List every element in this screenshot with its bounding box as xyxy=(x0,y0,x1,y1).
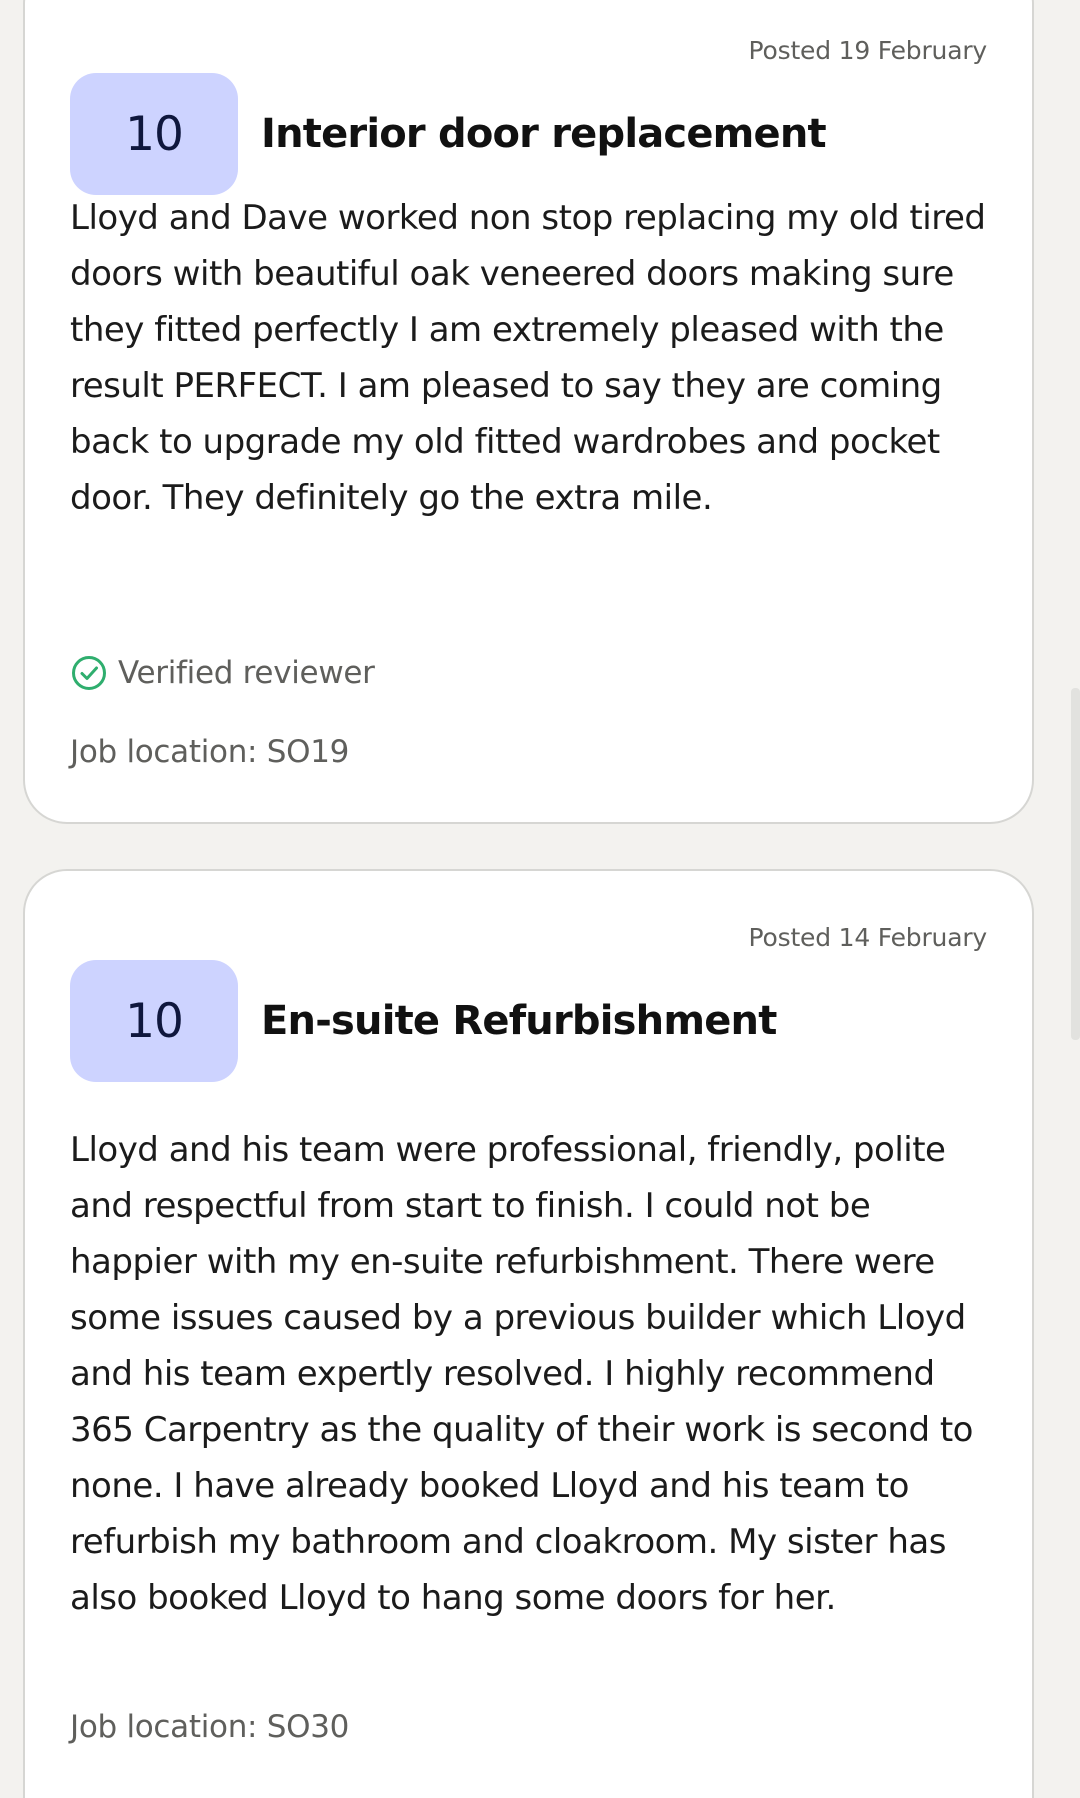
verified-reviewer: Verified reviewer xyxy=(70,654,375,692)
review-card: Posted 14 February 10 En-suite Refurbish… xyxy=(23,869,1034,1798)
review-body: Lloyd and Dave worked non stop replacing… xyxy=(70,198,986,518)
reviews-page: Posted 19 February 10 Interior door repl… xyxy=(0,0,1080,1798)
review-card: Posted 19 February 10 Interior door repl… xyxy=(23,0,1034,824)
scrollbar[interactable] xyxy=(1071,688,1080,1040)
check-circle-icon xyxy=(72,656,106,690)
posted-date: Posted 14 February xyxy=(748,923,988,952)
job-location: Job location: SO19 xyxy=(70,734,350,770)
review-title: Interior door replacement xyxy=(261,111,827,157)
review-body: Lloyd and his team were professional, fr… xyxy=(70,1130,973,1618)
verified-label: Verified reviewer xyxy=(118,655,375,691)
posted-date: Posted 19 February xyxy=(748,36,988,65)
score-badge: 10 xyxy=(70,73,238,195)
score-badge: 10 xyxy=(70,960,238,1082)
review-title: En-suite Refurbishment xyxy=(261,998,777,1044)
job-location: Job location: SO30 xyxy=(70,1709,350,1745)
